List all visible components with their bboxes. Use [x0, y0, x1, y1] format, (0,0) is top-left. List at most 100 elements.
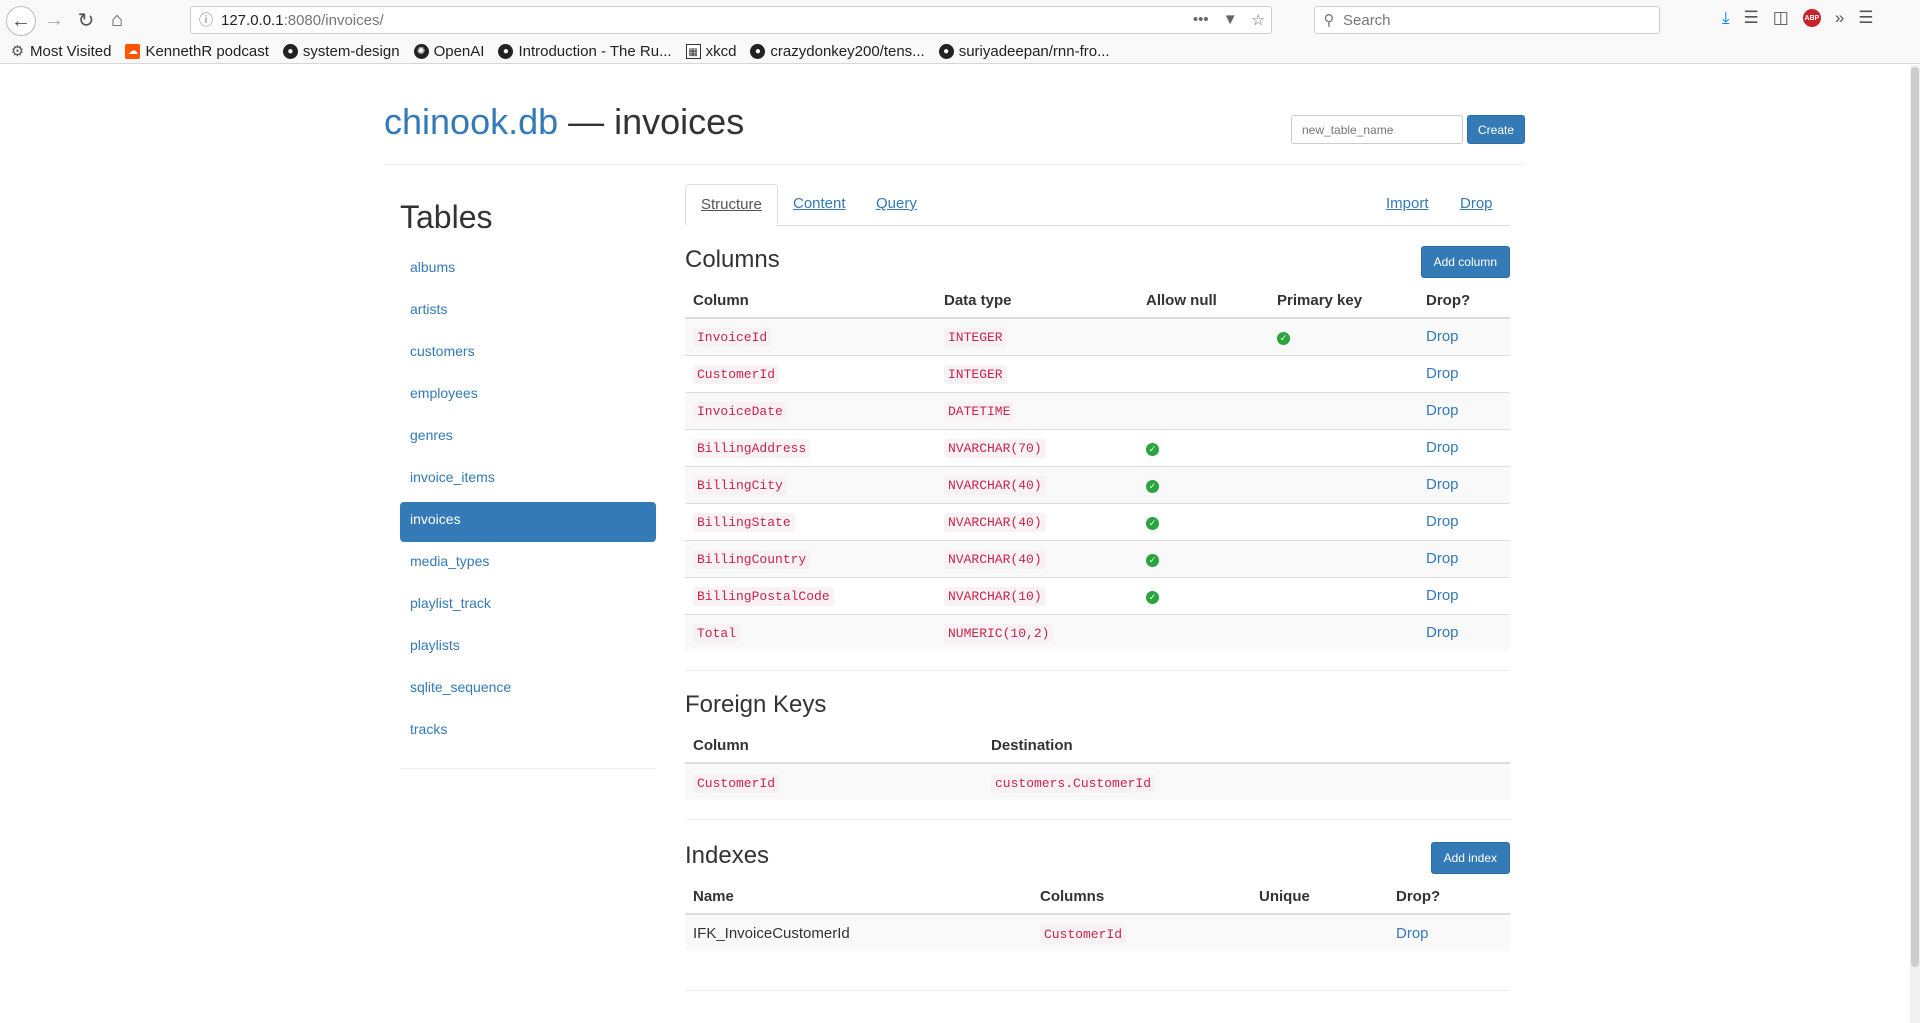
column-name: BillingCity	[693, 476, 787, 495]
reload-button[interactable]: ↻	[72, 6, 100, 34]
sidebar-item-invoice-items[interactable]: invoice_items	[400, 460, 656, 500]
bookmark-system-design[interactable]: ● system-design	[282, 43, 400, 60]
column-type: INTEGER	[944, 365, 1007, 384]
home-button[interactable]: ⌂	[103, 6, 131, 34]
bookmark-label: suriyadeepan/rnn-fro...	[958, 43, 1110, 60]
pocket-icon[interactable]: ▼	[1223, 11, 1238, 29]
column-type: NVARCHAR(10)	[944, 587, 1046, 606]
new-table-name-input[interactable]	[1291, 115, 1463, 144]
drop-column-link[interactable]: Drop	[1426, 624, 1459, 641]
create-table-button[interactable]: Create	[1467, 115, 1525, 144]
drop-column-link[interactable]: Drop	[1426, 439, 1459, 456]
bookmark-openai[interactable]: ✺ OpenAI	[413, 43, 484, 60]
table-row: BillingCountry NVARCHAR(40) ✓ Drop	[685, 539, 1510, 577]
tab-import[interactable]: Import	[1371, 184, 1444, 226]
reload-icon: ↻	[77, 9, 95, 32]
column-name: InvoiceDate	[693, 402, 787, 421]
bookmark-label: Introduction - The Ru...	[518, 43, 672, 60]
bookmark-label: Most Visited	[30, 43, 112, 60]
indexes-table: Name Columns Unique Drop? IFK_InvoiceCus…	[685, 880, 1510, 951]
bookmark-most-visited[interactable]: ⚙ Most Visited	[10, 43, 112, 60]
column-type-cell: NVARCHAR(40)	[936, 539, 1138, 577]
drop-column-link[interactable]: Drop	[1426, 328, 1459, 345]
tab-drop[interactable]: Drop	[1445, 184, 1508, 226]
allow-null-cell: ✓	[1138, 576, 1269, 614]
drop-cell: Drop	[1418, 428, 1510, 466]
sidebar-item-invoices[interactable]: invoices	[400, 502, 656, 542]
index-header: Name	[685, 880, 1032, 915]
allow-null-cell	[1138, 613, 1269, 651]
adblock-icon[interactable]: ABP	[1802, 9, 1821, 27]
url-bar[interactable]: ⓘ 127.0.0.1:8080/invoices/ ••• ▼ ☆	[190, 6, 1272, 34]
overflow-icon[interactable]: »	[1835, 8, 1844, 28]
bookmark-star-icon[interactable]: ☆	[1252, 11, 1265, 29]
check-icon: ✓	[1146, 443, 1159, 456]
page-actions-icon[interactable]: •••	[1193, 11, 1209, 29]
fk-column-cell: CustomerId	[685, 762, 983, 800]
bookmark-label: crazydonkey200/tens...	[770, 43, 925, 60]
gear-icon: ⚙	[10, 43, 25, 60]
page-scrollbar[interactable]	[1910, 65, 1920, 1023]
sidebar-item-customers[interactable]: customers	[400, 334, 656, 374]
drop-column-link[interactable]: Drop	[1426, 365, 1459, 382]
fk-header: Column	[685, 729, 983, 764]
sidebar-item-tracks[interactable]: tracks	[400, 712, 656, 752]
tab-query[interactable]: Query	[861, 184, 932, 226]
bookmark-suriyadeepan[interactable]: ● suriyadeepan/rnn-fro...	[938, 43, 1110, 60]
sidebar-icon[interactable]: ◫	[1773, 8, 1789, 28]
drop-cell: Drop	[1418, 502, 1510, 540]
column-name: Total	[693, 624, 741, 644]
bookmark-xkcd[interactable]: ▦ xkcd	[685, 43, 736, 60]
sidebar-item-playlists[interactable]: playlists	[400, 628, 656, 668]
sidebar-item-employees[interactable]: employees	[400, 376, 656, 416]
sidebar-item-artists[interactable]: artists	[400, 292, 656, 332]
sidebar-item-albums[interactable]: albums	[400, 250, 656, 290]
drop-column-link[interactable]: Drop	[1426, 587, 1459, 604]
sidebar-item-genres[interactable]: genres	[400, 418, 656, 458]
column-type-cell: NUMERIC(10,2)	[936, 613, 1138, 651]
back-button[interactable]: ←	[6, 6, 36, 36]
index-columns-cell: CustomerId	[1032, 913, 1251, 951]
add-column-button[interactable]: Add column	[1420, 246, 1510, 278]
forward-button[interactable]: →	[40, 6, 68, 34]
column-name-cell: BillingState	[685, 502, 936, 540]
columns-table: Column Data type Allow null Primary key …	[685, 284, 1510, 651]
sidebar-item-sqlite-sequence[interactable]: sqlite_sequence	[400, 670, 656, 710]
drop-column-link[interactable]: Drop	[1426, 550, 1459, 567]
download-icon[interactable]: ⤓	[1722, 8, 1730, 28]
page-content: chinook.db — invoices Create Tables albu…	[0, 65, 1910, 1023]
sidebar-item-media-types[interactable]: media_types	[400, 544, 656, 584]
search-bar[interactable]: ⚲ Search	[1314, 6, 1660, 34]
index-header: Unique	[1251, 880, 1388, 915]
db-link[interactable]: chinook.db	[384, 101, 558, 142]
column-name-cell: CustomerId	[685, 354, 936, 392]
tab-structure[interactable]: Structure	[685, 184, 778, 226]
table-title: — invoices	[558, 101, 745, 142]
bookmark-crazydonkey[interactable]: ● crazydonkey200/tens...	[750, 43, 925, 60]
drop-column-link[interactable]: Drop	[1426, 513, 1459, 530]
drop-column-link[interactable]: Drop	[1426, 402, 1459, 419]
primary-key-cell	[1269, 354, 1418, 392]
column-type-cell: DATETIME	[936, 391, 1138, 429]
bookmark-intro-rust[interactable]: ● Introduction - The Ru...	[498, 43, 672, 60]
column-name: BillingAddress	[693, 439, 811, 458]
bookmark-kennethr[interactable]: ☁ KennethR podcast	[125, 43, 269, 60]
drop-column-link[interactable]: Drop	[1426, 476, 1459, 493]
library-icon[interactable]: ☰	[1744, 8, 1759, 28]
drop-index-link[interactable]: Drop	[1396, 925, 1429, 942]
column-type-cell: NVARCHAR(40)	[936, 465, 1138, 503]
check-icon: ✓	[1277, 332, 1290, 346]
check-icon: ✓	[1146, 517, 1159, 530]
menu-icon[interactable]: ☰	[1858, 8, 1873, 28]
index-header: Drop?	[1388, 880, 1510, 915]
scrollbar-thumb[interactable]	[1911, 67, 1919, 967]
column-name: BillingPostalCode	[693, 587, 834, 606]
foreign-keys-section-header: Foreign Keys	[685, 683, 1510, 725]
add-index-button[interactable]: Add index	[1430, 842, 1510, 874]
tab-content[interactable]: Content	[778, 184, 861, 226]
home-icon: ⌂	[110, 8, 124, 31]
table-row: BillingPostalCode NVARCHAR(10) ✓ Drop	[685, 576, 1510, 614]
sidebar-item-playlist-track[interactable]: playlist_track	[400, 586, 656, 626]
github-icon: ●	[498, 44, 514, 59]
info-icon[interactable]: ⓘ	[191, 10, 221, 30]
